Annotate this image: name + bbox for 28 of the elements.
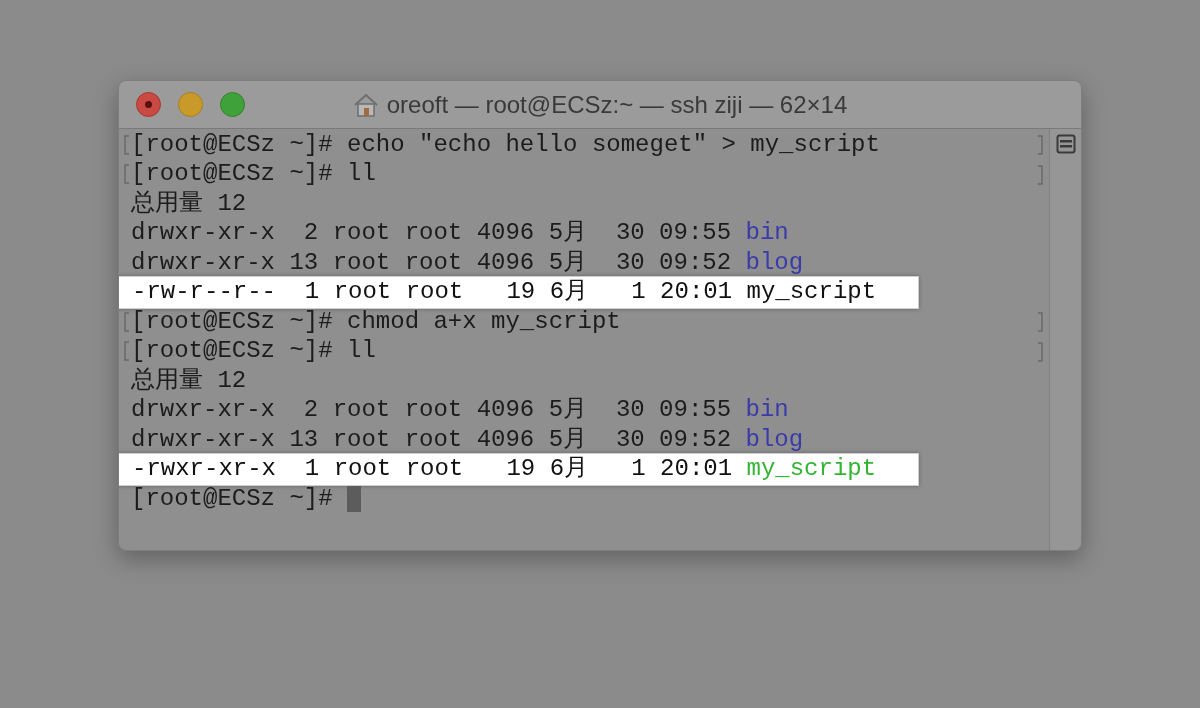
mark-bracket-icon <box>1037 164 1043 185</box>
listing-text: drwxr-xr-x 2 root root 4096 5月 30 09:55 <box>131 218 733 249</box>
output-text: 总用量 12 <box>131 365 247 396</box>
file-name: my_script <box>746 277 877 308</box>
file-name: blog <box>745 247 804 278</box>
mark-bracket-icon <box>1037 135 1043 155</box>
close-icon <box>145 101 152 108</box>
command-line: [root@ECSz ~]# echo "echo hello someget" > my_script <box>131 129 880 160</box>
listing-text: -rw-r--r-- 1 root root 19 6月 1 20:01 <box>132 277 734 308</box>
mark-bracket-icon <box>1037 312 1043 332</box>
file-name: blog <box>745 424 804 455</box>
split-view-icon[interactable] <box>1055 134 1076 154</box>
window-title: oreoft — root@ECSz:~ — ssh ziji — 62×14 <box>386 89 848 120</box>
listing-text: drwxr-xr-x 13 root root 4096 5月 30 09:52 <box>131 247 733 278</box>
file-name: bin <box>745 395 789 426</box>
file-name: bin <box>745 218 789 249</box>
mark-bracket-icon <box>1037 341 1043 362</box>
command-line: [root@ECSz ~]# <box>131 483 333 514</box>
output-text: 总用量 12 <box>131 188 247 219</box>
command-line: [root@ECSz ~]# chmod a+x my_script <box>131 306 621 337</box>
command-line: [root@ECSz ~]# ll <box>131 336 376 367</box>
listing-text: -rwxr-xr-x 1 root root 19 6月 1 20:01 <box>132 454 734 485</box>
close-button[interactable] <box>136 92 161 117</box>
home-icon <box>352 92 379 117</box>
command-line: [root@ECSz ~]# ll <box>131 159 376 190</box>
file-name: my_script <box>746 454 877 485</box>
listing-text: drwxr-xr-x 13 root root 4096 5月 30 09:52 <box>131 424 733 455</box>
listing-text: drwxr-xr-x 2 root root 4096 5月 30 09:55 <box>131 395 733 426</box>
